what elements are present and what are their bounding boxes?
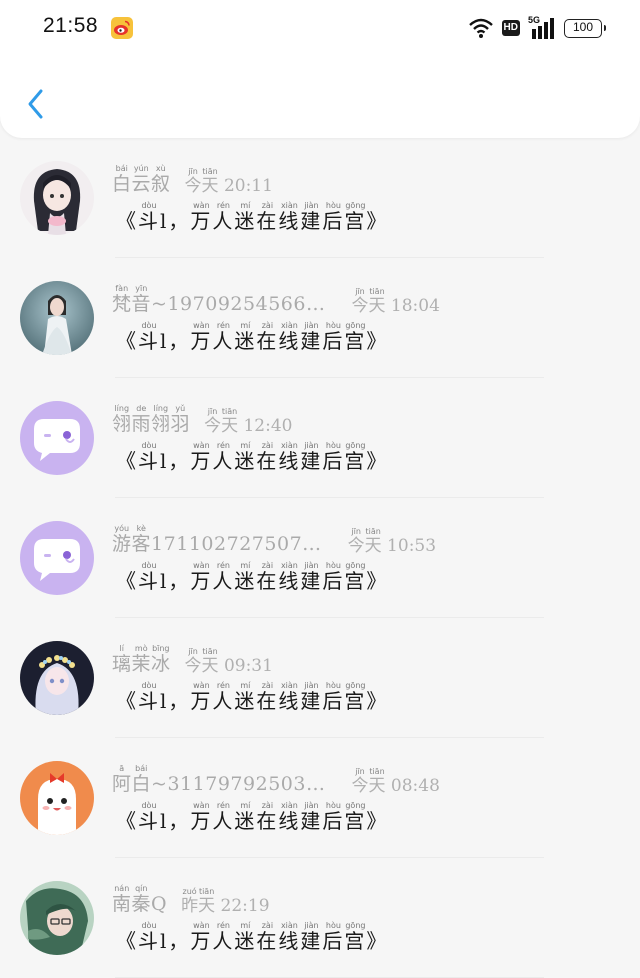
message-preview: 《斗dòul，万wàn人rén迷mí在zài线xiàn建jiàn后hòu宫gōn… (116, 801, 389, 833)
message-row[interactable]: 白bái云yún叙xù 今jīn天tiān 20:11 《斗dòul，万wàn人ré… (0, 138, 640, 258)
status-bar: 21:58 HD 5G 100 (0, 0, 640, 56)
message-row[interactable]: 南nán秦qínQ 昨zuó天tiān 22:19 《斗dòul，万wàn人rén迷… (0, 858, 640, 978)
weibo-icon (111, 17, 133, 39)
signal-icon: 5G (528, 15, 556, 39)
message-row[interactable]: 梵fàn音yīn~19709254566… 今jīn天tiān 18:04 《斗dò… (0, 258, 640, 378)
message-preview: 《斗dòul，万wàn人rén迷mí在zài线xiàn建jiàn后hòu宫gōn… (116, 321, 389, 353)
message-timestamp: 今jīn天tiān 09:31 (184, 647, 273, 676)
message-meta: 翎líng雨de翎líng羽yǔ 今jīn天tiān 12:40 (112, 400, 292, 436)
message-timestamp: 今jīn天tiān 20:11 (184, 167, 273, 196)
anime-boy-avatar[interactable] (20, 161, 94, 235)
message-meta: 白bái云yún叙xù 今jīn天tiān 20:11 (112, 160, 273, 196)
message-meta: 阿ā白bái~31179792503… 今jīn天tiān 08:48 (112, 760, 440, 796)
message-row[interactable]: 璃lí茉mò冰bīng 今jīn天tiān 09:31 《斗dòul，万wàn人ré… (0, 618, 640, 738)
message-preview: 《斗dòul，万wàn人rén迷mí在zài线xiàn建jiàn后hòu宫gōn… (116, 441, 389, 473)
message-preview: 《斗dòul，万wàn人rén迷mí在zài线xiàn建jiàn后hòu宫gōn… (116, 921, 389, 953)
message-timestamp: 今jīn天tiān 18:04 (351, 287, 440, 316)
message-preview: 《斗dòul，万wàn人rén迷mí在zài线xiàn建jiàn后hòu宫gōn… (116, 201, 389, 233)
message-meta: 梵fàn音yīn~19709254566… 今jīn天tiān 18:04 (112, 280, 440, 316)
message-list: 白bái云yún叙xù 今jīn天tiān 20:11 《斗dòul，万wàn人ré… (0, 138, 640, 978)
header-card: 21:58 HD 5G 100 (0, 0, 640, 138)
message-timestamp: 今jīn天tiān 10:53 (347, 527, 437, 556)
message-row[interactable]: 翎líng雨de翎líng羽yǔ 今jīn天tiān 12:40 《斗dòul，万w… (0, 378, 640, 498)
green-hair-character-avatar[interactable] (20, 881, 94, 955)
default-chat-bubble-avatar[interactable] (20, 521, 94, 595)
girl-in-white-avatar[interactable] (20, 281, 94, 355)
message-preview: 《斗dòul，万wàn人rén迷mí在zài线xiàn建jiàn后hòu宫gōn… (116, 681, 389, 713)
message-timestamp: 今jīn天tiān 08:48 (351, 767, 440, 796)
message-timestamp: 今jīn天tiān 12:40 (204, 407, 293, 436)
status-time: 21:58 (43, 14, 99, 37)
hd-badge: HD (501, 20, 520, 36)
sender-name: 梵fàn音yīn~19709254566… (112, 284, 326, 315)
default-chat-bubble-avatar[interactable] (20, 401, 94, 475)
message-preview: 《斗dòul，万wàn人rén迷mí在zài线xiàn建jiàn后hòu宫gōn… (116, 561, 389, 593)
sender-name: 南nán秦qínQ (112, 884, 168, 915)
message-meta: 游yóu客kè171102727507… 今jīn天tiān 10:53 (112, 520, 436, 556)
back-button[interactable] (20, 84, 50, 124)
cute-ghost-avatar[interactable] (20, 761, 94, 835)
sender-name: 白bái云yún叙xù (112, 164, 171, 195)
chevron-left-icon (28, 89, 43, 119)
message-meta: 璃lí茉mò冰bīng 今jīn天tiān 09:31 (112, 640, 273, 676)
message-meta: 南nán秦qínQ 昨zuó天tiān 22:19 (112, 880, 270, 916)
battery-indicator: 100 (564, 18, 606, 38)
flower-crown-girl-avatar[interactable] (20, 641, 94, 715)
message-row[interactable]: 阿ā白bái~31179792503… 今jīn天tiān 08:48 《斗dòul… (0, 738, 640, 858)
sender-name: 游yóu客kè171102727507… (112, 524, 322, 555)
message-timestamp: 昨zuó天tiān 22:19 (181, 887, 270, 916)
sender-name: 阿ā白bái~31179792503… (112, 764, 326, 795)
sender-name: 璃lí茉mò冰bīng (112, 644, 171, 675)
message-row[interactable]: 游yóu客kè171102727507… 今jīn天tiān 10:53 《斗dòu… (0, 498, 640, 618)
sender-name: 翎líng雨de翎líng羽yǔ (112, 404, 191, 435)
wifi-icon (468, 18, 493, 38)
